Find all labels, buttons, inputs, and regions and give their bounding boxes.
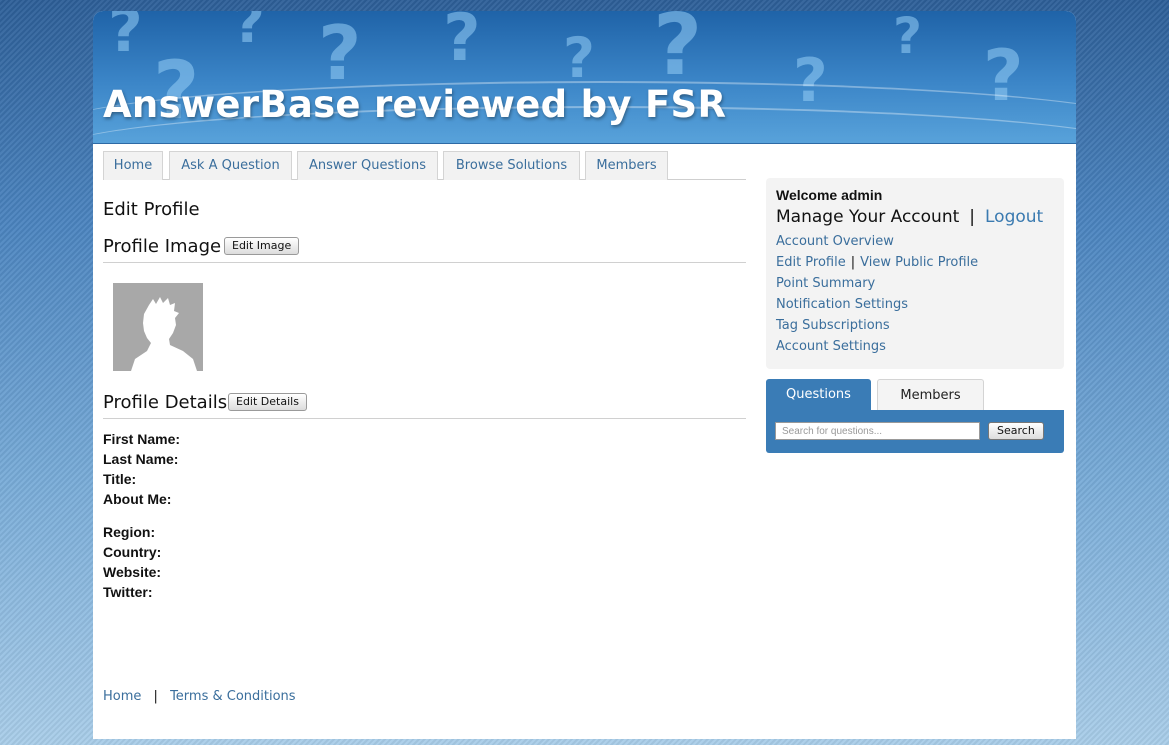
footer-home-link[interactable]: Home (103, 689, 141, 704)
account-panel: Welcome admin Manage Your Account | Logout… (766, 178, 1064, 369)
page-container: ? ? ? ? ? ? ? ? ? ? AnswerBase reviewed … (93, 11, 1076, 739)
link-separator: | (850, 255, 856, 270)
point-summary-link[interactable]: Point Summary (776, 276, 875, 291)
profile-details-heading: Profile Details (103, 392, 228, 413)
manage-account-title: Manage Your Account (776, 207, 960, 227)
search-button[interactable]: Search (988, 422, 1044, 440)
search-widget: Questions Members Search (766, 379, 1064, 454)
notification-settings-link[interactable]: Notification Settings (776, 297, 908, 312)
footer-terms-link[interactable]: Terms & Conditions (170, 689, 296, 704)
edit-profile-row: Edit Profile | View Public Profile (776, 255, 978, 270)
main-content: Edit Profile Profile Image Edit Image Pr… (103, 11, 746, 739)
view-public-profile-link[interactable]: View Public Profile (860, 255, 978, 270)
search-input[interactable] (775, 422, 980, 440)
country-label: Country: (103, 544, 162, 560)
divider (103, 262, 746, 263)
welcome-text: Welcome admin (776, 187, 883, 203)
edit-image-button[interactable]: Edit Image (224, 237, 300, 255)
search-tab-members[interactable]: Members (877, 379, 984, 411)
avatar (113, 283, 203, 371)
twitter-label: Twitter: (103, 584, 153, 600)
account-overview-link[interactable]: Account Overview (776, 234, 894, 249)
manage-account-heading: Manage Your Account | Logout (776, 207, 1043, 227)
search-panel: Search (766, 410, 1064, 453)
edit-details-button[interactable]: Edit Details (228, 393, 307, 411)
region-label: Region: (103, 524, 156, 540)
about-me-label: About Me: (103, 491, 172, 507)
footer-separator: | (153, 689, 158, 704)
footer: Home | Terms & Conditions (103, 689, 296, 704)
first-name-label: First Name: (103, 431, 181, 447)
tag-subscriptions-link[interactable]: Tag Subscriptions (776, 318, 890, 333)
edit-profile-link[interactable]: Edit Profile (776, 255, 846, 270)
last-name-label: Last Name: (103, 451, 179, 467)
title-label: Title: (103, 471, 137, 487)
divider (103, 418, 746, 419)
website-label: Website: (103, 564, 162, 580)
page-title: Edit Profile (103, 199, 200, 220)
profile-image-heading: Profile Image (103, 236, 222, 257)
search-tab-questions[interactable]: Questions (766, 379, 871, 411)
manage-separator: | (969, 207, 975, 227)
account-settings-link[interactable]: Account Settings (776, 339, 886, 354)
question-mark-decoration: ? (893, 11, 923, 65)
logout-link[interactable]: Logout (985, 207, 1043, 227)
user-silhouette-icon (131, 297, 197, 371)
